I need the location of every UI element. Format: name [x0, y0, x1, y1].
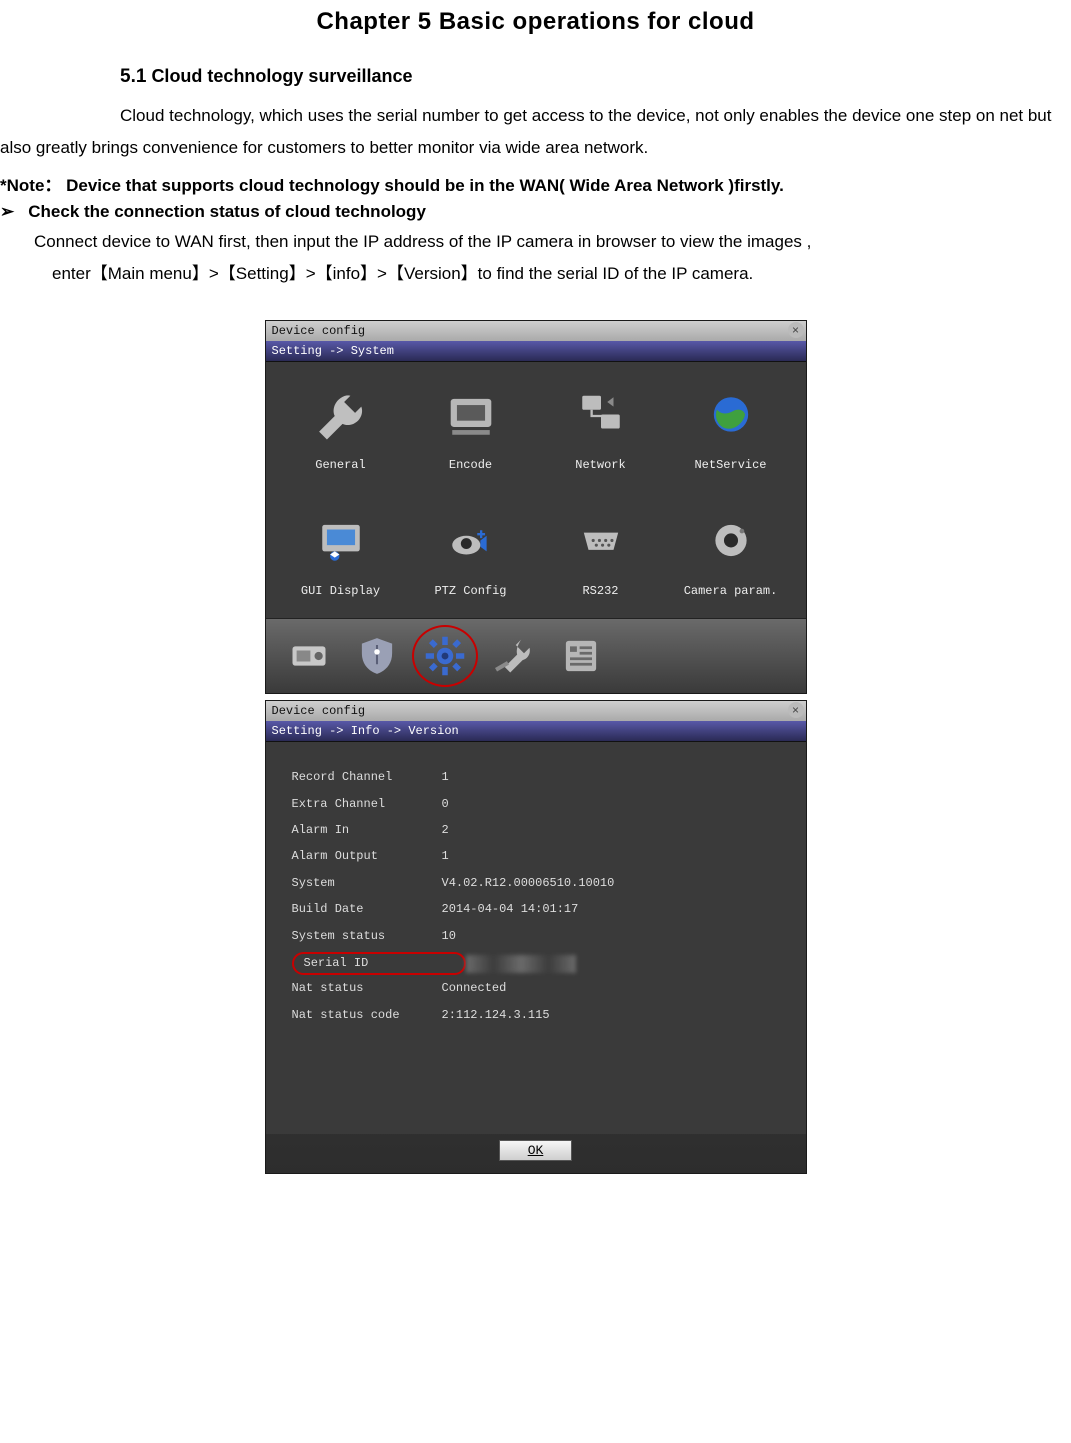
info-row: Build Date2014-04-04 14:01:17 [292, 896, 780, 922]
triangle-icon: ➢ [0, 202, 14, 221]
window-titlebar: Device config × [266, 701, 806, 721]
ok-button[interactable]: OK [499, 1140, 573, 1161]
settings-item-label: Encode [406, 458, 536, 472]
camera-icon [699, 514, 763, 570]
section-title: Cloud technology surveillance [151, 66, 412, 86]
info-row: System status10 [292, 923, 780, 949]
dock-shield-icon[interactable] [352, 633, 402, 679]
settings-item-label: General [276, 458, 406, 472]
close-icon[interactable]: × [788, 322, 804, 338]
dock-bar [266, 618, 806, 693]
settings-item-netservice[interactable]: NetService [666, 388, 796, 472]
settings-item-network[interactable]: Network [536, 388, 666, 472]
info-row: Alarm Output1 [292, 843, 780, 869]
info-value: 2:112.124.3.115 [442, 1002, 780, 1028]
info-key: Nat status code [292, 1002, 442, 1028]
section-number: 5.1 [120, 66, 146, 87]
info-value: Connected [442, 975, 780, 1001]
info-row: SystemV4.02.R12.00006510.10010 [292, 870, 780, 896]
device-config-window-version: Device config × Setting -> Info -> Versi… [265, 700, 807, 1174]
chapter-title: Chapter 5 Basic operations for cloud [0, 8, 1071, 36]
settings-item-label: Camera param. [666, 584, 796, 598]
info-row-serial-id: Serial ID [292, 949, 780, 975]
info-value: 10 [442, 923, 780, 949]
info-value: 2 [442, 817, 780, 843]
wrench-icon [309, 388, 373, 444]
window-title: Device config [272, 324, 366, 338]
breadcrumb: Setting -> System [266, 341, 806, 362]
bullet-text: Check the connection status of cloud tec… [28, 202, 426, 221]
bullet-heading: ➢ Check the connection status of cloud te… [0, 202, 1071, 222]
connect-text: Connect device to WAN first, then input … [34, 226, 1071, 258]
serial-port-icon [569, 514, 633, 570]
encode-icon [439, 388, 503, 444]
info-key: Extra Channel [292, 791, 442, 817]
version-info-panel: Record Channel1 Extra Channel0 Alarm In2… [266, 742, 806, 1134]
info-key: Build Date [292, 896, 442, 922]
settings-item-label: GUI Display [276, 584, 406, 598]
settings-item-camera-param[interactable]: Camera param. [666, 514, 796, 598]
settings-item-label: RS232 [536, 584, 666, 598]
info-row: Record Channel1 [292, 764, 780, 790]
settings-item-label: NetService [666, 458, 796, 472]
info-value: 1 [442, 843, 780, 869]
window-titlebar: Device config × [266, 321, 806, 341]
settings-item-ptz-config[interactable]: PTZ Config [406, 514, 536, 598]
info-key: Record Channel [292, 764, 442, 790]
close-icon[interactable]: × [788, 702, 804, 718]
dock-list-icon[interactable] [556, 633, 606, 679]
info-value: 0 [442, 791, 780, 817]
intro-paragraph: Cloud technology, which uses the serial … [0, 100, 1071, 165]
note-line: *Note： Device that supports cloud techno… [0, 171, 1071, 196]
network-icon [569, 388, 633, 444]
info-key: System [292, 870, 442, 896]
info-key: Serial ID [292, 952, 466, 975]
info-key: Alarm In [292, 817, 442, 843]
settings-item-gui-display[interactable]: GUI Display [276, 514, 406, 598]
info-row: Alarm In2 [292, 817, 780, 843]
info-key: Nat status [292, 975, 442, 1001]
dock-tools-icon[interactable] [488, 633, 538, 679]
info-row: Nat status code2:112.124.3.115 [292, 1002, 780, 1028]
window-title: Device config [272, 704, 366, 718]
info-value: 2014-04-04 14:01:17 [442, 896, 780, 922]
dock-storage-icon[interactable] [284, 633, 334, 679]
settings-item-encode[interactable]: Encode [406, 388, 536, 472]
display-icon [309, 514, 373, 570]
info-value: 1 [442, 764, 780, 790]
breadcrumb: Setting -> Info -> Version [266, 721, 806, 742]
settings-grid: General Encode Network NetService GUI Di… [266, 362, 806, 618]
info-key: Alarm Output [292, 843, 442, 869]
enter-text: enter【Main menu】>【Setting】>【info】>【Versi… [52, 258, 1071, 290]
dock-gear-icon[interactable] [420, 633, 470, 679]
info-row: Nat statusConnected [292, 975, 780, 1001]
settings-item-general[interactable]: General [276, 388, 406, 472]
info-key: System status [292, 923, 442, 949]
info-row: Extra Channel0 [292, 791, 780, 817]
settings-item-label: Network [536, 458, 666, 472]
settings-item-rs232[interactable]: RS232 [536, 514, 666, 598]
settings-item-label: PTZ Config [406, 584, 536, 598]
section-heading: 5.1 Cloud technology surveillance [120, 66, 1071, 88]
globe-icon [699, 388, 763, 444]
info-value: V4.02.R12.00006510.10010 [442, 870, 780, 896]
ptz-icon [439, 514, 503, 570]
info-value-blurred [466, 949, 780, 975]
device-config-window-system: Device config × Setting -> System Genera… [265, 320, 807, 694]
